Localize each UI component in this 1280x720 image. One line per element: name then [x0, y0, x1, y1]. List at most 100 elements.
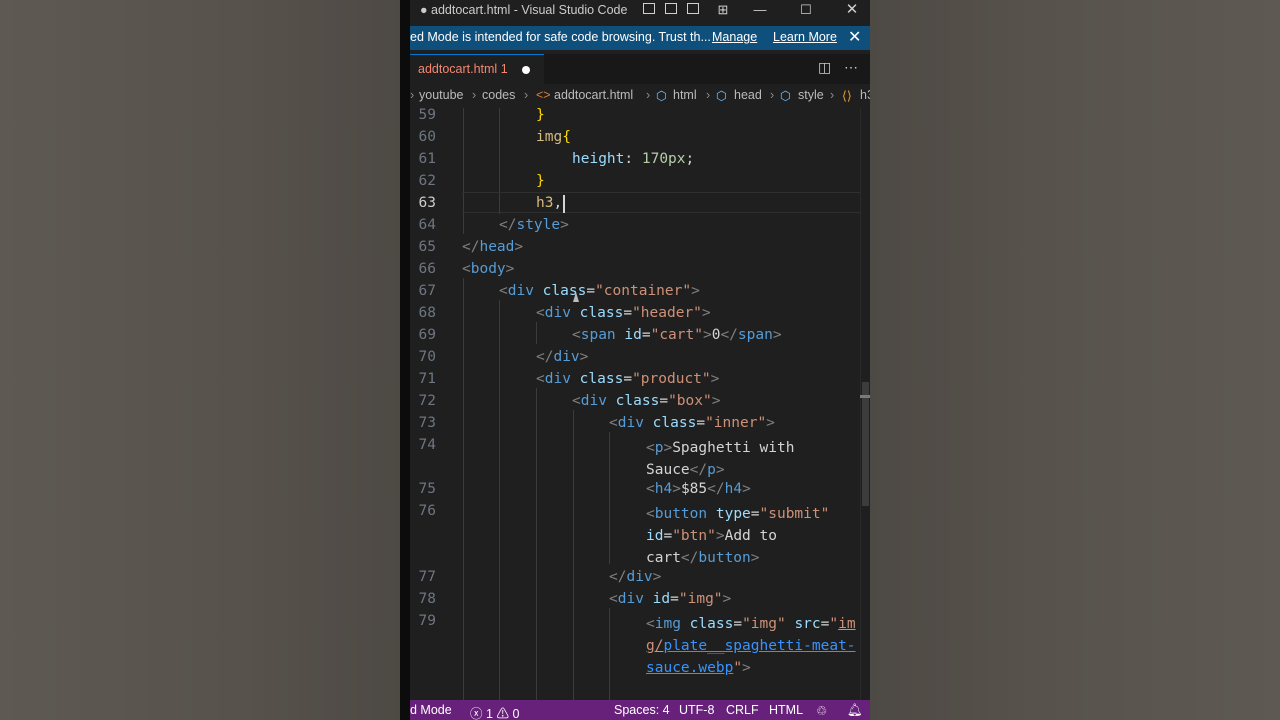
line-number: 76	[418, 503, 436, 519]
indent-guide	[536, 388, 537, 700]
breadcrumb: › youtube › codes › <> addtocart.html › …	[410, 84, 870, 108]
feedback-icon[interactable]: ♲	[816, 703, 827, 718]
vscode-window: ● addtocart.html - Visual Studio Code ⊞ …	[410, 0, 870, 720]
encoding-indicator[interactable]: UTF-8	[679, 703, 714, 717]
split-editor-icon[interactable]: ◫	[818, 59, 831, 76]
line-number: 69	[418, 327, 436, 343]
code-line-69: <span id="cart">0</span>	[572, 327, 782, 343]
code-line-72: <div class="box">	[572, 393, 721, 409]
line-number: 71	[418, 371, 436, 387]
line-number: 59	[418, 108, 436, 123]
breadcrumb-folder-codes[interactable]: codes	[482, 88, 515, 102]
breadcrumb-separator: ›	[646, 88, 651, 102]
customize-layout-icon[interactable]: ⊞	[715, 2, 731, 18]
breadcrumb-file[interactable]: addtocart.html	[554, 88, 633, 102]
more-actions-icon[interactable]: ⋯	[844, 59, 858, 76]
line-number: 72	[418, 393, 436, 409]
line-number: 67	[418, 283, 436, 299]
vscode-screen: ● addtocart.html - Visual Studio Code ⊞ …	[400, 0, 870, 720]
restricted-mode-banner: ed Mode is intended for safe code browsi…	[410, 26, 870, 50]
restricted-mode-indicator[interactable]: d Mode	[410, 703, 452, 717]
toggle-panel-icon[interactable]	[665, 3, 677, 14]
current-line-highlight	[462, 192, 870, 213]
banner-message: ed Mode is intended for safe code browsi…	[410, 30, 711, 44]
breadcrumb-separator: ›	[830, 88, 835, 102]
line-number: 77	[418, 569, 436, 585]
title-bar: ● addtocart.html - Visual Studio Code ⊞ …	[410, 0, 870, 22]
background-left	[0, 0, 400, 720]
close-button[interactable]: ✕	[844, 2, 860, 18]
problems-indicator[interactable]: ⓧ 1 ⚠ 0	[470, 703, 519, 720]
vertical-scrollbar-thumb[interactable]	[862, 382, 869, 506]
indentation-indicator[interactable]: Spaces: 4	[614, 703, 670, 717]
line-number: 62	[418, 173, 436, 189]
language-indicator[interactable]: HTML	[769, 703, 803, 717]
line-number: 64	[418, 217, 436, 233]
banner-close-icon[interactable]: ✕	[848, 27, 861, 47]
element-icon: ⬡	[656, 89, 667, 103]
overview-ruler-mark	[860, 395, 870, 398]
code-line-75: <h4>$85</h4>	[646, 481, 751, 497]
eol-indicator[interactable]: CRLF	[726, 703, 759, 717]
code-line-66: <body>	[462, 261, 515, 277]
learn-more-link[interactable]: Learn More	[773, 30, 837, 44]
breadcrumb-folder-youtube[interactable]: youtube	[419, 88, 463, 102]
breadcrumb-chevron-icon: ›	[410, 88, 415, 102]
code-line-77: </div>	[609, 569, 662, 585]
notifications-bell-icon[interactable]: 🔔︎	[847, 703, 863, 718]
html-file-icon: <>	[536, 88, 551, 102]
code-line-62: }	[536, 173, 545, 189]
code-line-68: <div class="header">	[536, 305, 711, 321]
breadcrumb-html[interactable]: html	[673, 88, 697, 102]
line-number: 60	[418, 129, 436, 145]
unsaved-dot-icon[interactable]	[522, 66, 530, 74]
line-number: 74	[418, 437, 436, 453]
text-caret	[563, 195, 565, 213]
toggle-sidebar-icon[interactable]	[643, 3, 655, 14]
error-icon: ⓧ	[470, 707, 483, 720]
toggle-secondary-sidebar-icon[interactable]	[687, 3, 699, 14]
code-line-63: h3,	[536, 195, 563, 211]
manage-link[interactable]: Manage	[712, 30, 757, 44]
breadcrumb-h3[interactable]: h3	[860, 88, 870, 102]
line-number: 70	[418, 349, 436, 365]
screen-edge	[400, 0, 410, 720]
element-icon: ⬡	[716, 89, 727, 103]
background-right	[870, 0, 1280, 720]
code-line-70: </div>	[536, 349, 589, 365]
indent-guide	[463, 278, 464, 700]
line-number: 68	[418, 305, 436, 321]
code-line-79: <img class="img" src="img/plate__spaghet…	[646, 616, 856, 676]
indent-guide	[499, 300, 500, 700]
selector-icon: ⟨⟩	[842, 89, 852, 103]
line-number: 61	[418, 151, 436, 167]
status-bar: d Mode ⓧ 1 ⚠ 0 Spaces: 4 UTF-8 CRLF HTML…	[410, 700, 870, 720]
code-line-74: <p>Spaghetti with Sauce</p>	[646, 440, 804, 478]
code-line-60: img{	[536, 129, 571, 145]
code-line-71: <div class="product">	[536, 371, 720, 387]
line-number: 73	[418, 415, 436, 431]
indent-guide	[463, 108, 464, 234]
breadcrumb-separator: ›	[472, 88, 477, 102]
indent-guide	[609, 432, 610, 564]
line-number: 75	[418, 481, 436, 497]
maximize-button[interactable]: ☐	[798, 2, 814, 18]
code-line-76: <button type="submit" id="btn">Add to ca…	[646, 506, 830, 566]
tab-addtocart[interactable]: addtocart.html 1	[410, 54, 544, 84]
indent-guide	[573, 410, 574, 700]
breadcrumb-separator: ›	[706, 88, 711, 102]
breadcrumb-style[interactable]: style	[798, 88, 824, 102]
line-number: 78	[418, 591, 436, 607]
code-line-61: height: 170px;	[572, 151, 695, 167]
minimize-button[interactable]: —	[752, 2, 768, 18]
code-line-64: </style>	[499, 217, 569, 233]
code-line-59: }	[536, 108, 545, 123]
mouse-pointer-icon	[573, 292, 579, 302]
indent-guide	[609, 608, 610, 700]
breadcrumb-separator: ›	[770, 88, 775, 102]
code-line-65: </head>	[462, 239, 524, 255]
line-number-current: 63	[418, 195, 436, 211]
code-editor[interactable]: 59 60 61 62 63 64 65 66 67 68 69 70 71 7…	[410, 108, 870, 700]
tab-bar: addtocart.html 1 ◫ ⋯	[410, 54, 870, 84]
breadcrumb-head[interactable]: head	[734, 88, 762, 102]
